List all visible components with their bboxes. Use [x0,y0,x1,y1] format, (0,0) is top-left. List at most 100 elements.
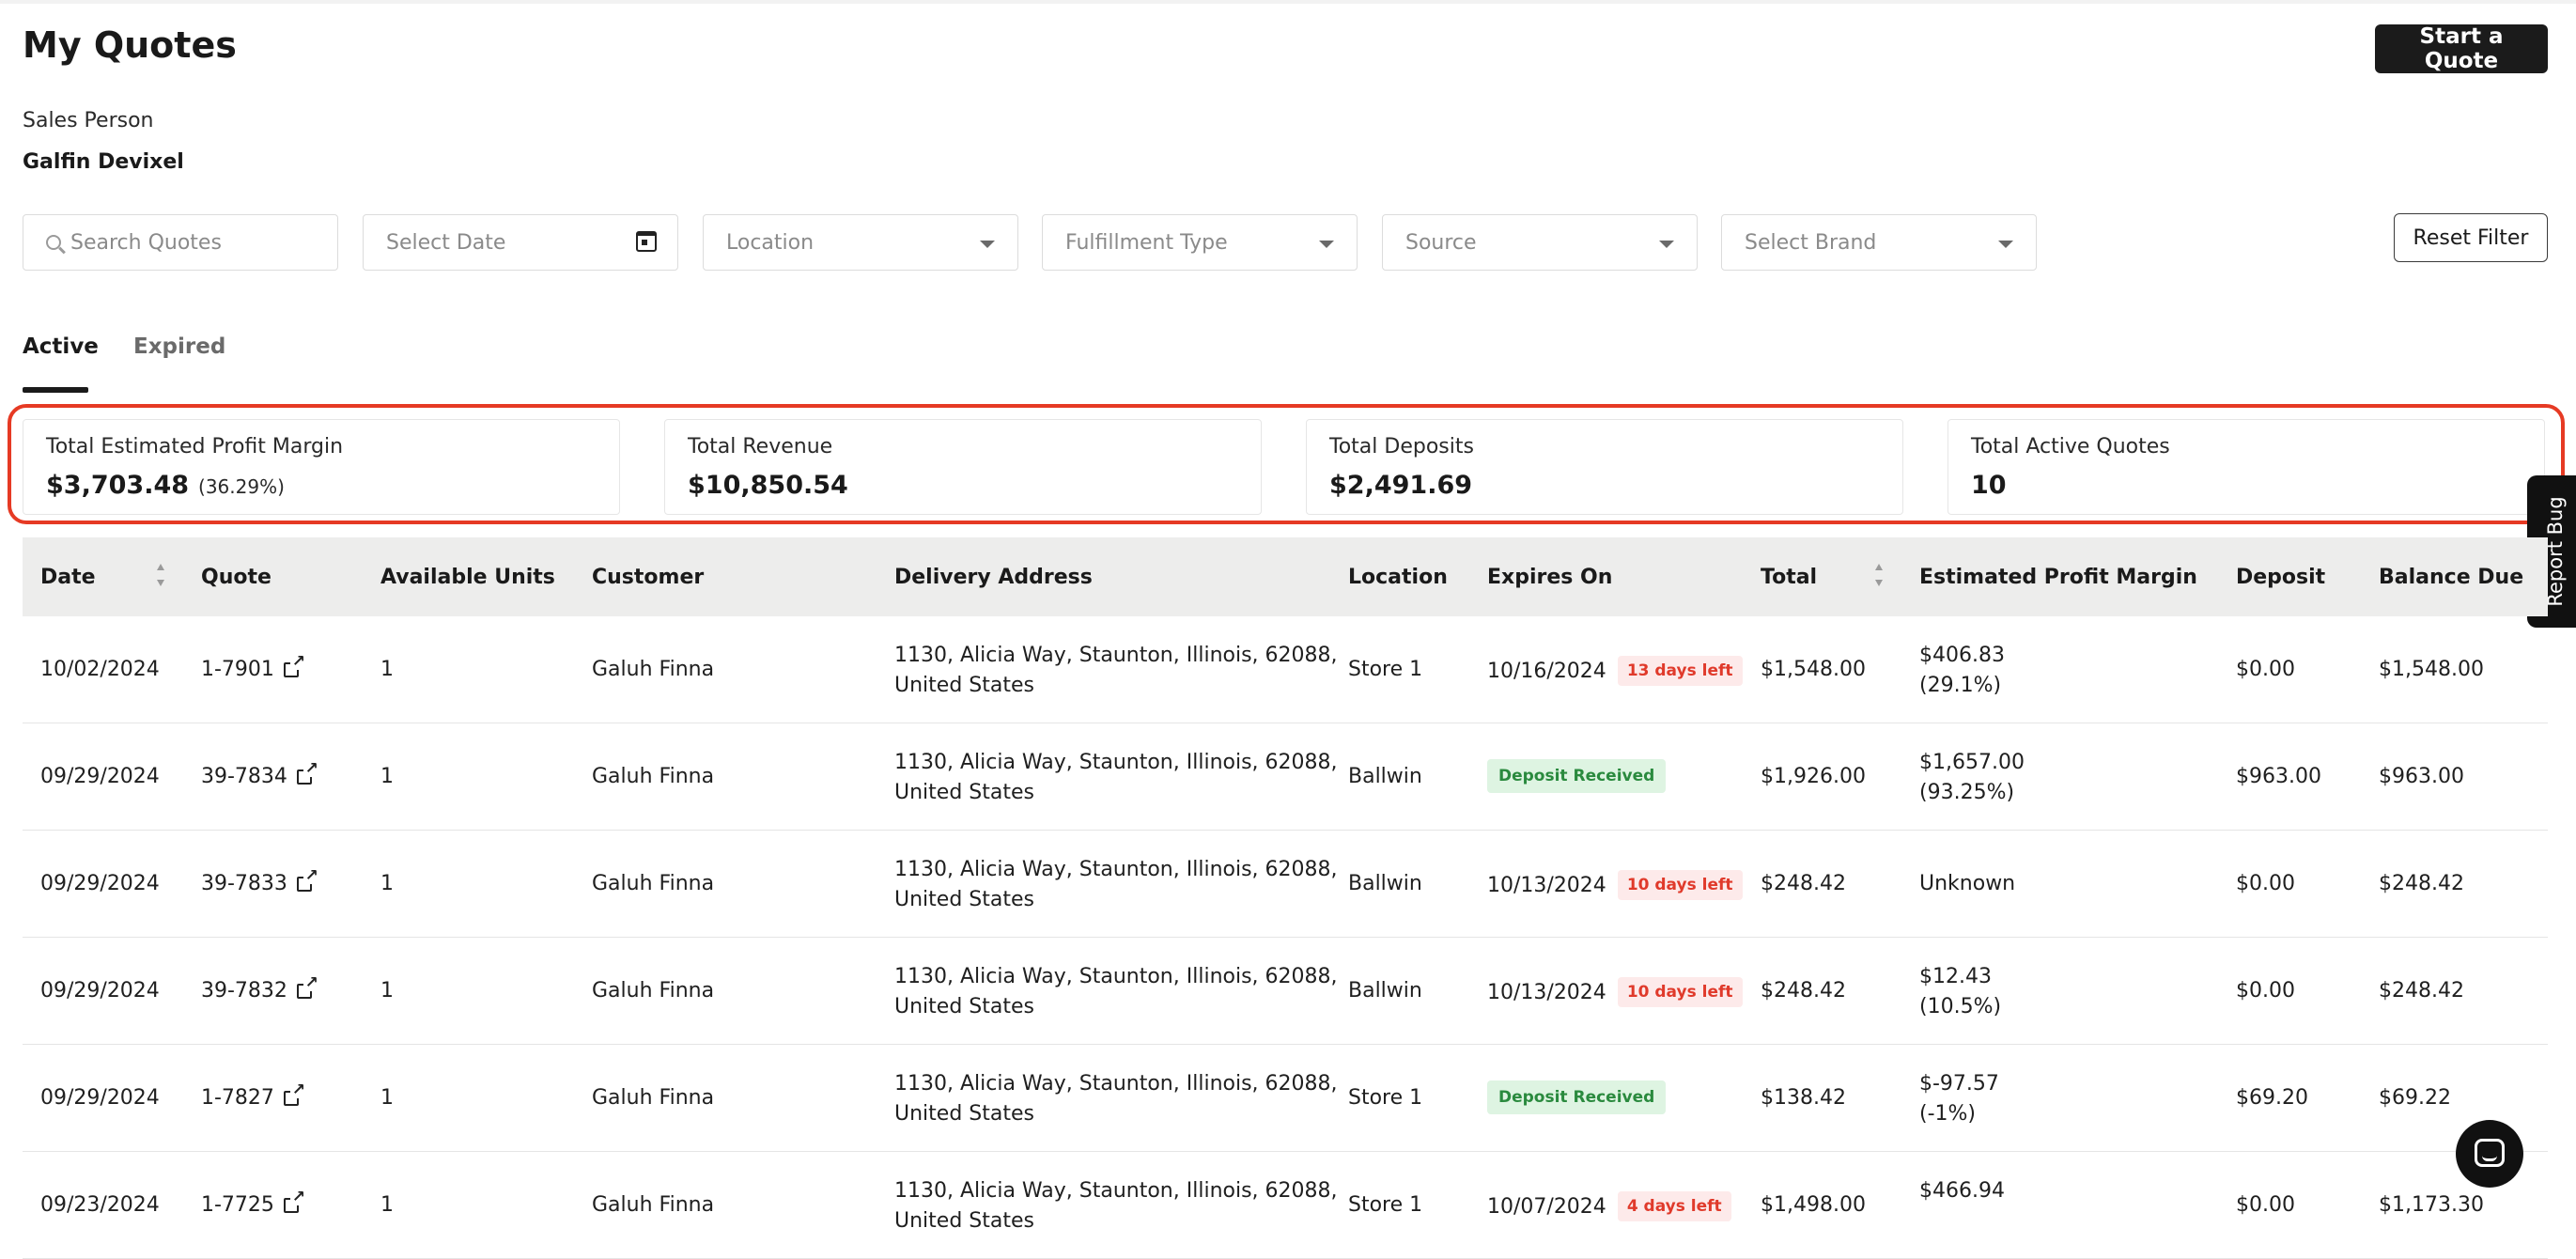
cell-quote[interactable]: 39-7832 [201,974,318,1003]
quote-link[interactable]: 39-7833 [201,872,287,895]
margin-percent: (-1%) [1919,1102,1977,1126]
table-row[interactable]: 09/29/2024 39-7832 1 Galuh Finna 1130, Alici… [23,938,2548,1045]
cell-date: 09/29/2024 [40,979,160,1003]
cell-total: $248.42 [1761,979,1846,1003]
cell-margin: Unknown [1919,872,2016,895]
cell-balance: $1,548.00 [2379,658,2484,681]
quote-link[interactable]: 1-7901 [201,658,274,681]
date-picker[interactable]: Select Date [363,214,678,271]
cell-address: 1130, Alicia Way, Staunton, Illinois, 62… [894,748,1338,808]
external-link-icon[interactable] [283,653,305,677]
cell-customer: Galuh Finna [592,1193,715,1217]
active-tab-indicator [23,387,88,393]
header-date[interactable]: Date [40,566,96,589]
profit-margin-label: Total Estimated Profit Margin [46,435,344,459]
quote-link[interactable]: 1-7725 [201,1193,274,1217]
deposits-label: Total Deposits [1329,435,1474,459]
cell-expires: 10/16/2024 13 days left [1487,656,1743,688]
cell-address: 1130, Alicia Way, Staunton, Illinois, 62… [894,1069,1338,1129]
table-row[interactable]: 10/02/2024 1-7901 1 Galuh Finna 1130, Alicia… [23,616,2548,723]
external-link-icon[interactable] [283,1189,305,1213]
external-link-icon[interactable] [296,760,318,785]
external-link-icon[interactable] [296,974,318,999]
cell-customer: Galuh Finna [592,765,715,788]
cell-customer: Galuh Finna [592,1086,715,1110]
cell-margin: $12.43 (10.5%) [1919,962,2001,1022]
cell-margin: $1,657.00 (93.25%) [1919,748,2025,808]
reset-filter-button[interactable]: Reset Filter [2394,213,2548,262]
quote-link[interactable]: 39-7832 [201,979,287,1003]
chat-support-button[interactable] [2456,1120,2523,1188]
table-row[interactable]: 09/29/2024 1-7827 1 Galuh Finna 1130, Alicia… [23,1045,2548,1152]
sort-icon[interactable] [156,564,165,586]
cell-deposit: $963.00 [2236,765,2321,788]
address-line2: United States [894,888,1034,911]
cell-expires: 10/13/2024 10 days left [1487,977,1743,1009]
quote-link[interactable]: 1-7827 [201,1086,274,1110]
cell-balance: $963.00 [2379,765,2464,788]
sort-icon[interactable] [1874,564,1884,586]
sales-person-name: Galfin Devixel [23,150,184,174]
table-row[interactable]: 09/29/2024 39-7834 1 Galuh Finna 1130, Alici… [23,723,2548,831]
tab-expired[interactable]: Expired [133,334,225,359]
header-available-units: Available Units [380,566,555,589]
cell-quote[interactable]: 39-7833 [201,867,318,895]
cell-units: 1 [380,1086,394,1110]
search-input[interactable]: Search Quotes [23,214,338,271]
status-badge: Deposit Received [1487,759,1667,793]
cell-quote[interactable]: 1-7901 [201,653,305,681]
cell-deposit: $0.00 [2236,1193,2295,1217]
tab-active[interactable]: Active [23,334,99,359]
date-placeholder: Select Date [386,230,506,255]
location-select[interactable]: Location [703,214,1018,271]
header-total[interactable]: Total [1761,566,1817,589]
cell-address: 1130, Alicia Way, Staunton, Illinois, 62… [894,1176,1338,1236]
cell-total: $1,926.00 [1761,765,1866,788]
source-select[interactable]: Source [1382,214,1698,271]
header-location: Location [1348,566,1448,589]
expires-date: 10/16/2024 [1487,660,1606,683]
cell-quote[interactable]: 1-7827 [201,1081,305,1110]
cell-location: Store 1 [1348,1086,1423,1110]
address-line1: 1130, Alicia Way, Staunton, Illinois, 62… [894,1179,1338,1203]
profit-margin-card: Total Estimated Profit Margin $3,703.48 (… [23,419,620,515]
cell-total: $1,548.00 [1761,658,1866,681]
cell-date: 10/02/2024 [40,658,160,681]
chevron-down-icon [980,241,995,248]
cell-customer: Galuh Finna [592,979,715,1003]
cell-location: Store 1 [1348,658,1423,681]
cell-total: $138.42 [1761,1086,1846,1110]
active-quotes-card: Total Active Quotes 10 [1948,419,2545,515]
address-line2: United States [894,781,1034,804]
cell-date: 09/29/2024 [40,872,160,895]
table-row[interactable]: 09/23/2024 1-7725 1 Galuh Finna 1130, Alicia… [23,1152,2548,1259]
external-link-icon[interactable] [283,1081,305,1106]
calendar-icon[interactable] [636,231,657,252]
profit-margin-value-line: $3,703.48 (36.29%) [46,471,285,500]
profit-margin-percent: (36.29%) [198,475,285,498]
cell-expires: 10/13/2024 10 days left [1487,870,1743,902]
cell-balance: $69.22 [2379,1086,2451,1110]
brand-select[interactable]: Select Brand [1721,214,2037,271]
cell-balance: $248.42 [2379,872,2464,895]
cell-expires: Deposit Received [1487,759,1667,793]
address-line1: 1130, Alicia Way, Staunton, Illinois, 62… [894,965,1338,988]
start-quote-button[interactable]: Start a Quote [2375,24,2548,73]
header-estimated-profit-margin: Estimated Profit Margin [1919,566,2197,589]
margin-amount: $1,657.00 [1919,751,2025,774]
quote-link[interactable]: 39-7834 [201,765,287,788]
margin-amount: $12.43 [1919,965,1992,988]
top-divider [0,0,2576,4]
cell-deposit: $0.00 [2236,658,2295,681]
table-row[interactable]: 09/29/2024 39-7833 1 Galuh Finna 1130, Alici… [23,831,2548,938]
cell-date: 09/29/2024 [40,1086,160,1110]
cell-quote[interactable]: 39-7834 [201,760,318,788]
cell-total: $248.42 [1761,872,1846,895]
address-line2: United States [894,1102,1034,1126]
brand-select-label: Select Brand [1745,230,1877,255]
cell-quote[interactable]: 1-7725 [201,1189,305,1217]
address-line1: 1130, Alicia Way, Staunton, Illinois, 62… [894,751,1338,774]
address-line1: 1130, Alicia Way, Staunton, Illinois, 62… [894,644,1338,667]
fulfillment-type-select[interactable]: Fulfillment Type [1042,214,1358,271]
external-link-icon[interactable] [296,867,318,892]
